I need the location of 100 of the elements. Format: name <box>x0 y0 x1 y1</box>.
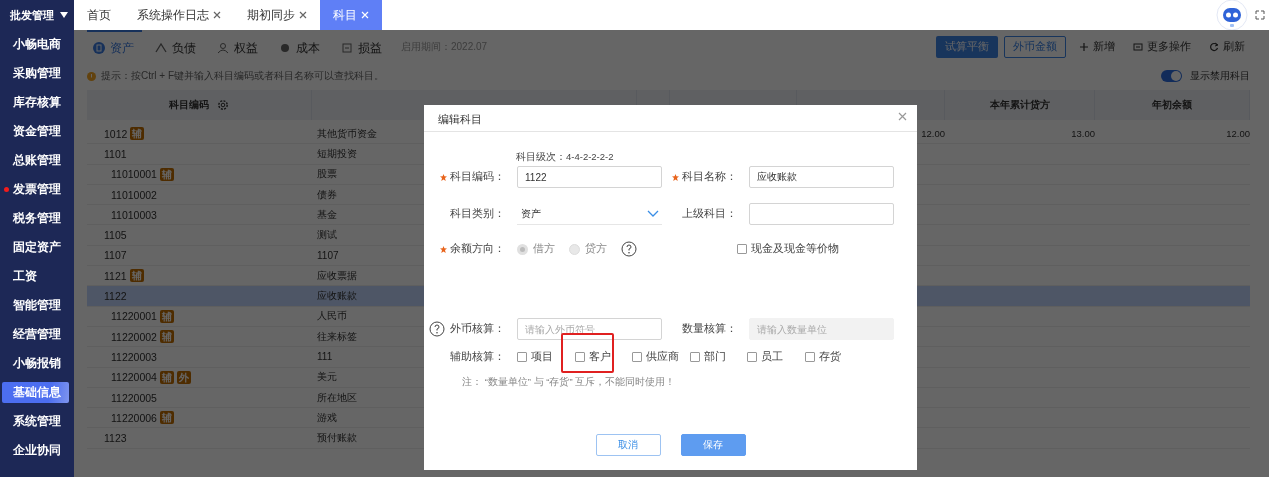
fullscreen-icon <box>1255 10 1265 20</box>
note-text: 注： “数量单位” 与 “存货” 互斥，不能同时使用！ <box>462 376 677 388</box>
input-field[interactable]: 1122 <box>517 166 662 188</box>
column-header: 科目编码 <box>169 98 209 112</box>
category-label: 损益 <box>358 39 382 57</box>
sidebar-item[interactable]: 固定资产 <box>2 237 69 258</box>
account-name: 1107 <box>317 249 339 261</box>
field-label: 上级科目： <box>682 207 737 221</box>
category-label: 权益 <box>234 39 258 57</box>
column-header: 本年累计贷方 <box>989 98 1050 112</box>
checkbox-option[interactable]: 存货 <box>804 350 841 364</box>
account-name: 人民币 <box>317 309 347 324</box>
category-icon <box>217 42 229 54</box>
tab-label: 首页 <box>87 7 111 23</box>
aux-tag: 辅 <box>159 330 174 344</box>
sidebar-item[interactable]: 税务管理 <box>2 208 69 229</box>
close-button[interactable] <box>896 110 909 123</box>
sidebar-item[interactable]: 智能管理 <box>2 295 69 316</box>
info-dot-icon <box>87 71 96 81</box>
field-label: 科目名称： <box>682 170 737 184</box>
tab-label: 期初同步 <box>247 7 295 23</box>
tab[interactable]: 首页 <box>74 0 124 30</box>
checkbox-option[interactable]: 客户 <box>574 350 611 364</box>
category-icon <box>93 42 105 54</box>
field-label: 科目编码： <box>450 170 505 184</box>
list-icon <box>1133 42 1143 52</box>
account-code: 1105 <box>104 229 127 242</box>
account-name: 预付账款 <box>317 431 357 446</box>
category-icon <box>279 42 291 54</box>
checkbox-option[interactable]: 供应商 <box>632 350 679 364</box>
aux-tag: 辅 <box>159 167 174 181</box>
tab-label: 科目 <box>333 7 357 23</box>
account-code: 11220001 <box>111 310 157 323</box>
account-code: 1101 <box>104 147 127 160</box>
account-code: 11220006 <box>111 411 157 424</box>
sidebar-item[interactable]: 总账管理 <box>2 150 69 171</box>
account-name: 测试 <box>317 228 337 243</box>
sidebar-item[interactable]: 工资 <box>2 266 69 287</box>
account-code: 11220002 <box>111 330 157 343</box>
toggle-label: 显示禁用科目 <box>1190 69 1250 83</box>
help-icon <box>621 241 637 257</box>
field-label: 辅助核算： <box>450 350 505 364</box>
tab[interactable]: 系统操作日志 <box>124 0 234 30</box>
input-field[interactable]: 应收账款 <box>749 166 894 188</box>
level-hint: 科目级次：4-4-2-2-2-2 <box>516 151 615 163</box>
account-name: 短期投资 <box>317 146 357 161</box>
module-title: 批发管理 <box>10 7 54 23</box>
category-icon <box>155 42 167 54</box>
account-name: 应收账款 <box>317 289 357 303</box>
account-code: 11010003 <box>111 208 157 221</box>
help-icon <box>429 321 445 337</box>
sidebar-item[interactable]: 采购管理 <box>2 63 69 84</box>
category-label: 成本 <box>296 39 320 57</box>
sidebar-item[interactable]: 库存核算 <box>2 92 69 113</box>
account-code: 1122 <box>104 290 127 302</box>
aux-tag: 辅 <box>159 411 174 425</box>
sidebar-item[interactable]: 系统管理 <box>2 411 69 432</box>
sidebar-item[interactable]: 基础信息 <box>2 382 69 403</box>
plus-icon <box>1079 42 1089 52</box>
account-name: 其他货币资金 <box>317 126 377 141</box>
sidebar-item[interactable]: 资金管理 <box>2 121 69 142</box>
account-code: 1107 <box>104 249 127 262</box>
aux-tag: 辅 <box>129 269 144 283</box>
category-icon <box>341 42 353 54</box>
checkbox-option[interactable]: 员工 <box>747 350 783 364</box>
checkbox-option[interactable]: 部门 <box>689 350 726 364</box>
account-code: 11010002 <box>111 188 157 201</box>
toggle-switch[interactable] <box>1161 70 1182 82</box>
cancel-button[interactable]: 取消 <box>595 434 661 456</box>
account-code: 11220004 <box>111 371 157 384</box>
account-name: 111 <box>317 351 333 363</box>
account-code: 1121 <box>104 269 127 282</box>
sidebar-item[interactable]: 经营管理 <box>2 324 69 345</box>
account-name: 应收票据 <box>317 268 357 283</box>
sidebar-item[interactable]: 发票管理 <box>2 179 69 200</box>
category-label: 资产 <box>110 39 134 57</box>
account-code: 1012 <box>104 127 128 140</box>
sidebar-header[interactable]: 批发管理 <box>0 0 74 30</box>
account-name: 游戏 <box>317 410 337 425</box>
tab[interactable]: 科目 <box>320 0 382 30</box>
dialog-title: 编辑科目 <box>438 113 482 127</box>
account-name: 股票 <box>317 167 337 182</box>
tab[interactable]: 期初同步 <box>234 0 320 30</box>
close-icon <box>898 112 907 121</box>
refresh-icon <box>1209 42 1219 52</box>
sidebar-item[interactable]: 企业协同 <box>2 440 69 461</box>
account-code: 11010001 <box>111 168 157 181</box>
chevron-down-icon <box>647 209 659 218</box>
input-field[interactable] <box>749 203 894 225</box>
aux-tag: 外 <box>176 370 191 384</box>
account-name: 基金 <box>317 207 337 222</box>
field-label: 科目类别： <box>450 207 505 221</box>
select-field[interactable]: 资产 <box>517 203 662 225</box>
sidebar-item[interactable]: 小畅电商 <box>2 34 69 55</box>
checkbox-option[interactable]: 项目 <box>517 350 553 364</box>
amount: 12.00 <box>921 128 945 140</box>
account-code: 1123 <box>104 432 127 445</box>
sidebar-item[interactable]: 小畅报销 <box>2 353 69 374</box>
amount: 12.00 <box>1226 128 1250 140</box>
amount: 13.00 <box>1071 128 1095 140</box>
